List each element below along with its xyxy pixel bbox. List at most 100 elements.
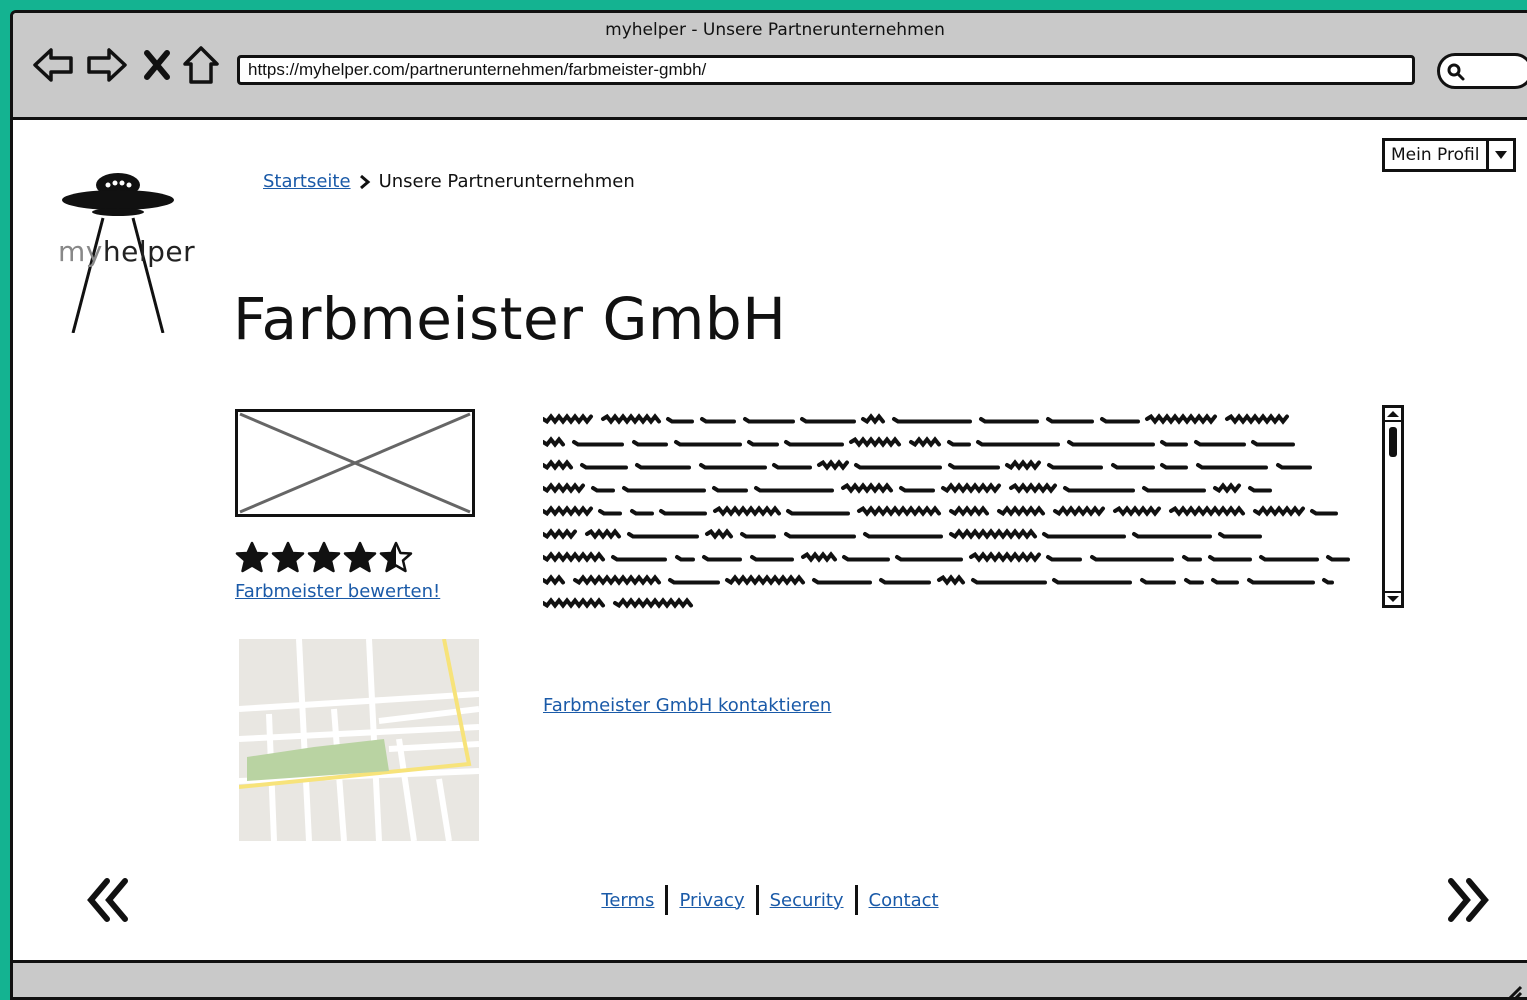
back-icon: [33, 48, 73, 82]
scribble-word: [1005, 459, 1041, 471]
scribble-word: [705, 528, 733, 540]
scribble-word: [750, 555, 794, 562]
scribble-word: [817, 459, 849, 471]
scribble-word: [949, 528, 1037, 540]
scribble-word: [841, 482, 893, 494]
scribble-word: [1310, 509, 1338, 516]
scribble-word: [786, 509, 850, 516]
scribble-word: [1046, 555, 1082, 562]
star-icon[interactable]: [235, 541, 269, 575]
scribble-word: [895, 555, 963, 562]
scribble-word: [1052, 578, 1132, 585]
scribble-word: [1196, 463, 1268, 470]
scribble-word: [1322, 578, 1334, 585]
scribble-word: [627, 532, 699, 539]
back-button[interactable]: [29, 43, 77, 87]
scribble-word: [591, 486, 615, 493]
scribble-word: [699, 463, 767, 470]
scribble-word: [1009, 482, 1057, 494]
description-scrollbar[interactable]: [1382, 405, 1404, 608]
scribble-word: [598, 509, 622, 516]
scribble-word: [801, 551, 837, 563]
scribble-word: [675, 555, 695, 562]
browser-chrome: myhelper - Unsere Partnerunternehmen: [13, 13, 1527, 120]
rate-link[interactable]: Farbmeister bewerten!: [235, 581, 440, 602]
stop-button[interactable]: [133, 43, 181, 87]
scribble-word: [712, 486, 748, 493]
scribble-word: [1225, 413, 1289, 425]
search-field[interactable]: [1437, 53, 1527, 89]
footer-link-terms[interactable]: Terms: [601, 890, 654, 911]
profile-dropdown[interactable]: Mein Profil: [1382, 138, 1516, 172]
scribble-word: [1247, 578, 1315, 585]
home-button[interactable]: [177, 43, 225, 87]
status-bar: [13, 960, 1527, 997]
scribble-word: [611, 555, 667, 562]
scribble-word: [601, 413, 661, 425]
scribble-word: [997, 505, 1045, 517]
star-icon[interactable]: [379, 541, 413, 575]
footer-links: Terms Privacy Security Contact: [13, 885, 1527, 915]
scribble-word: [1211, 578, 1239, 585]
scribble-word: [941, 482, 1001, 494]
scribble-word: [702, 555, 742, 562]
scribble-word: [743, 417, 795, 424]
scribble-word: [1142, 486, 1206, 493]
scribble-word: [979, 417, 1039, 424]
forward-button[interactable]: [83, 43, 131, 87]
rating-stars[interactable]: [235, 541, 413, 575]
page-title: Farbmeister GmbH: [233, 285, 787, 353]
scribble-word: [613, 597, 693, 609]
location-map[interactable]: [238, 638, 480, 842]
scribble-word: [947, 440, 971, 447]
scribble-word: [1042, 532, 1126, 539]
scribble-word: [543, 574, 565, 586]
scribble-word: [1145, 413, 1217, 425]
scribble-word: [1218, 532, 1262, 539]
scribble-word: [1090, 555, 1174, 562]
scribble-word: [1053, 505, 1105, 517]
scribble-word: [659, 509, 707, 516]
footer-link-security[interactable]: Security: [770, 890, 844, 911]
scribble-word: [1111, 463, 1155, 470]
scribble-word: [543, 482, 585, 494]
breadcrumb-current: Unsere Partnerunternehmen: [378, 171, 635, 192]
scribble-word: [632, 440, 668, 447]
browser-window: myhelper - Unsere Partnerunternehmen htt…: [10, 10, 1527, 1000]
scribble-word: [573, 574, 661, 586]
scribble-word: [899, 486, 935, 493]
scribble-word: [747, 440, 779, 447]
scribble-word: [572, 440, 624, 447]
scribble-word: [543, 505, 593, 517]
url-input[interactable]: [237, 55, 1415, 85]
scribble-word: [892, 417, 972, 424]
search-icon: [1447, 63, 1465, 81]
window-title: myhelper - Unsere Partnerunternehmen: [605, 20, 945, 40]
scribble-word: [543, 597, 605, 609]
footer-separator: [755, 885, 759, 915]
scribble-word: [1251, 440, 1295, 447]
scribble-word: [1067, 440, 1155, 447]
footer-link-contact[interactable]: Contact: [869, 890, 939, 911]
scribble-word: [543, 551, 605, 563]
scribble-word: [1063, 486, 1135, 493]
logo-prefix: my: [58, 235, 103, 268]
scribble-word: [1132, 532, 1212, 539]
scribble-word: [668, 578, 720, 585]
scribble-word: [630, 509, 654, 516]
stop-icon: [144, 50, 170, 80]
contact-company-link[interactable]: Farbmeister GmbH kontaktieren: [543, 695, 831, 716]
company-image: [235, 409, 475, 517]
scribble-word: [784, 440, 844, 447]
chevron-down-icon[interactable]: [1486, 141, 1513, 169]
scribble-word: [969, 551, 1041, 563]
star-icon[interactable]: [343, 541, 377, 575]
star-icon[interactable]: [307, 541, 341, 575]
footer-link-privacy[interactable]: Privacy: [679, 890, 744, 911]
breadcrumb-home-link[interactable]: Startseite: [263, 171, 351, 192]
forward-icon: [87, 48, 127, 82]
image-placeholder-icon: [239, 412, 471, 514]
star-icon[interactable]: [271, 541, 305, 575]
scribble-word: [772, 463, 812, 470]
scribble-word: [543, 459, 573, 471]
